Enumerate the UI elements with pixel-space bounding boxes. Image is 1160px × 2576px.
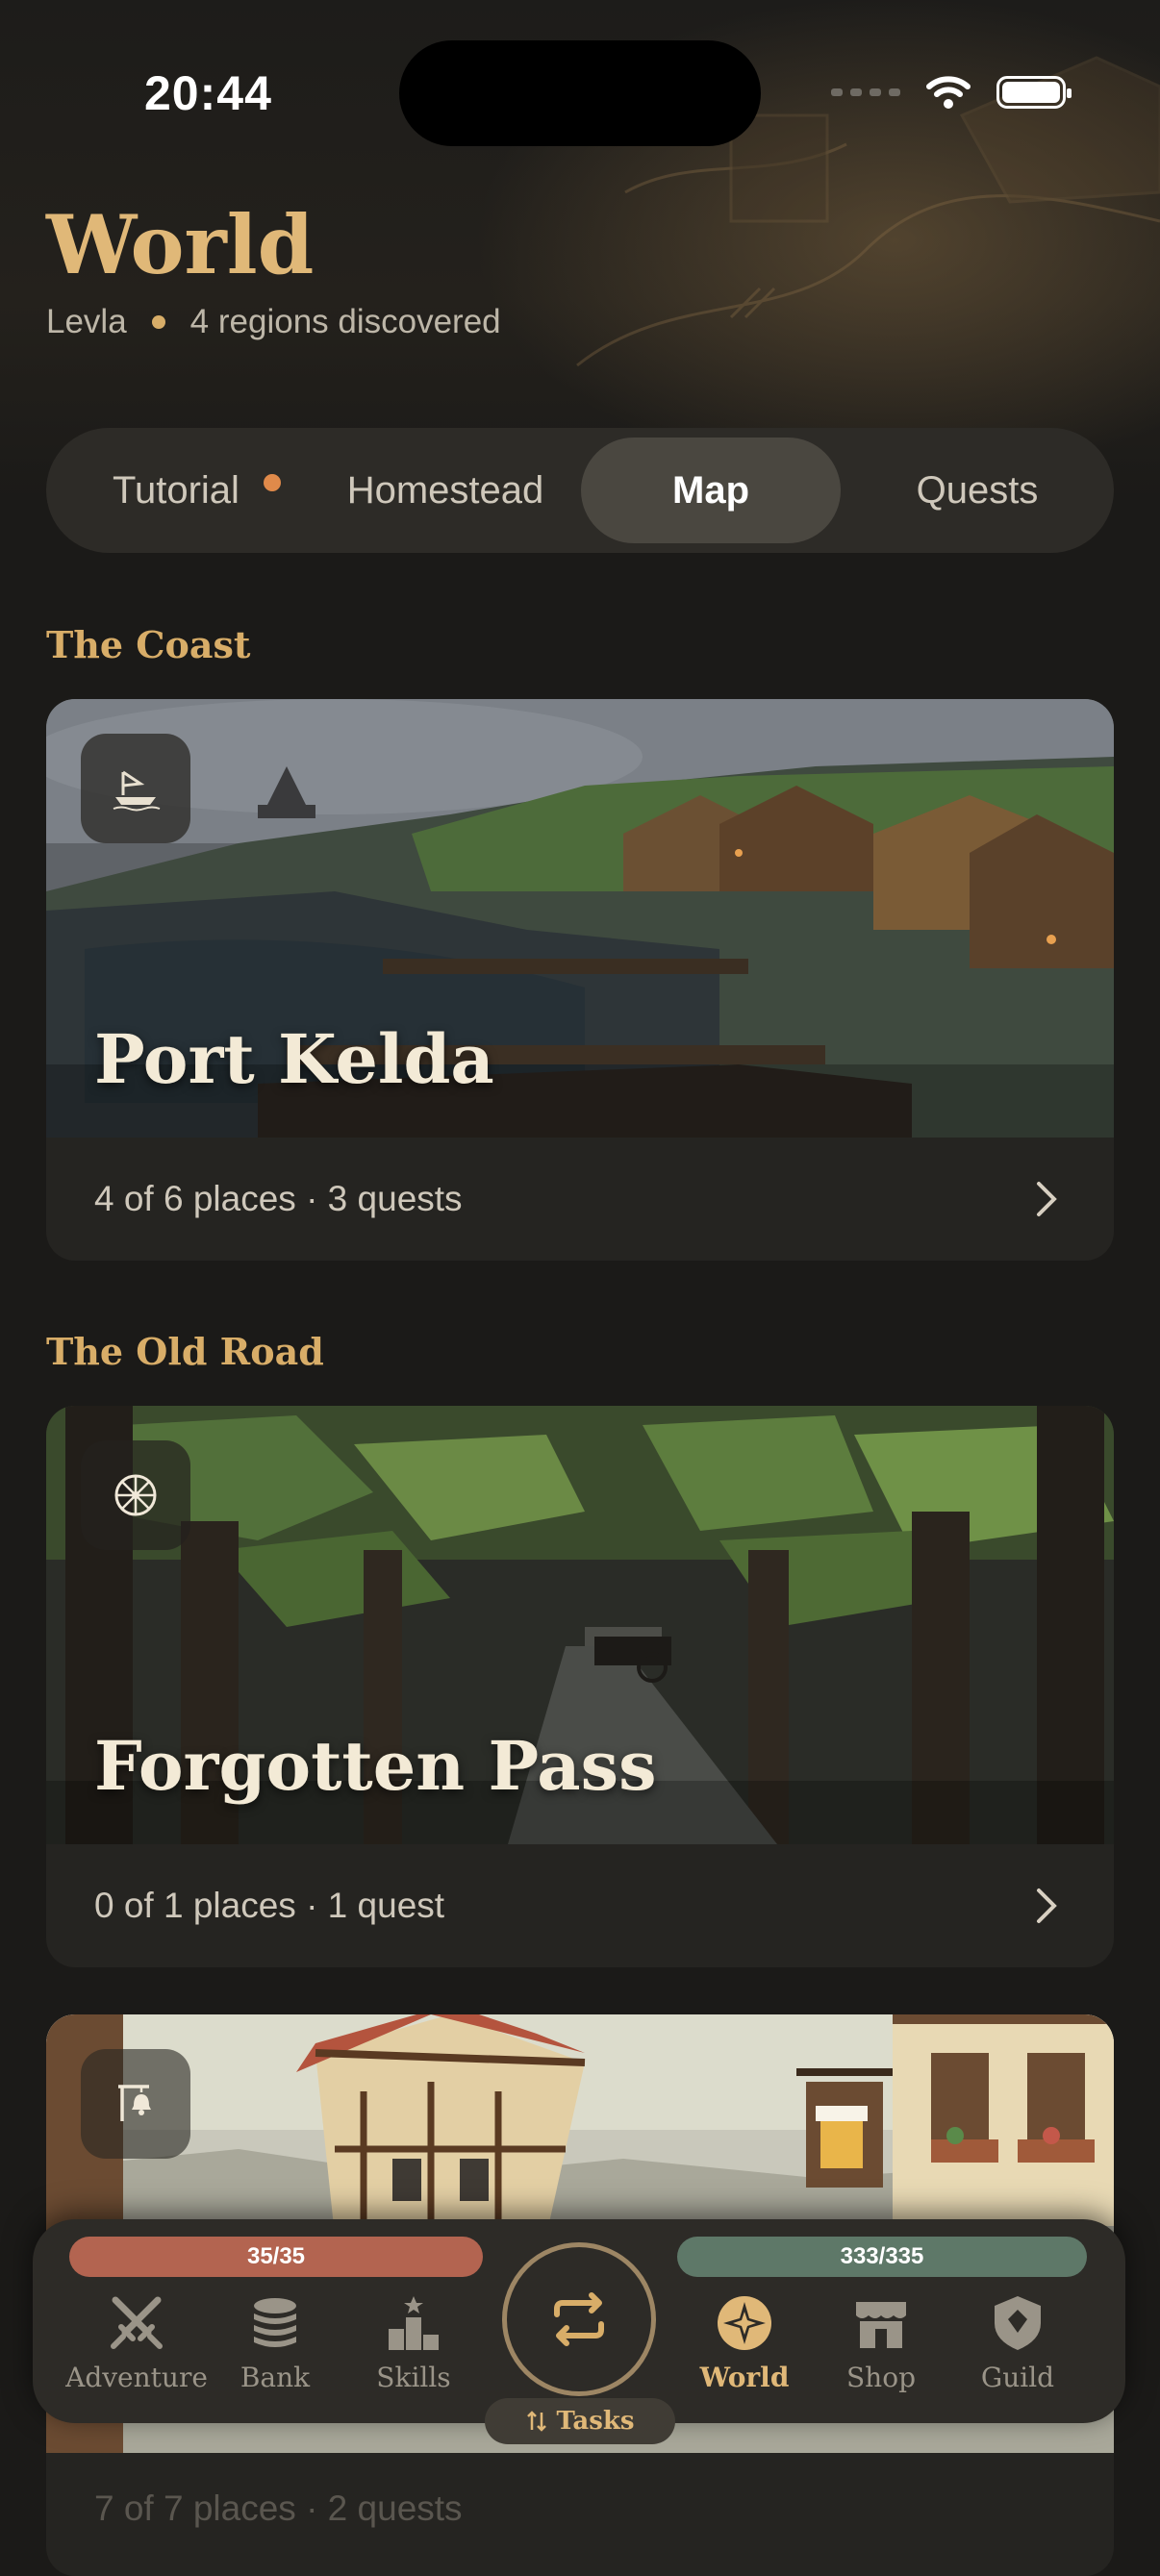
section-label-old-road: The Old Road — [46, 1330, 324, 1373]
bottom-nav: 35/35 333/335 Adventure Bank Skills Task… — [33, 2219, 1125, 2444]
chevron-right-icon — [1037, 1182, 1057, 1216]
status-icons — [831, 75, 1072, 110]
tab-label: Quests — [916, 468, 1039, 512]
coin-stack-icon — [254, 2298, 296, 2347]
region-image-forgotten-pass: Forgotten Pass — [46, 1406, 1114, 1844]
badge-boat — [81, 734, 190, 843]
nav-label: World — [699, 2362, 790, 2393]
tab-map[interactable]: Map — [581, 438, 841, 543]
tasks-pill[interactable]: Tasks — [485, 2398, 675, 2444]
nav-item-shop[interactable]: Shop — [814, 2292, 948, 2393]
nav-label: Adventure — [65, 2362, 208, 2393]
nav-label: Skills — [376, 2362, 451, 2393]
hp-bar: 35/35 — [69, 2237, 483, 2277]
crossed-swords-icon — [111, 2296, 163, 2349]
separator-dot — [151, 315, 165, 329]
region-title: Port Kelda — [94, 1019, 494, 1099]
badge-wheel — [81, 1440, 190, 1550]
nav-item-skills[interactable]: Skills — [346, 2292, 481, 2393]
boat-icon — [113, 770, 161, 812]
hp-text: 35/35 — [246, 2243, 306, 2269]
tab-label: Map — [672, 468, 749, 512]
region-card-forgotten-pass[interactable]: Forgotten Pass 0 of 1 places · 1 quest — [46, 1406, 1114, 1967]
segmented-tabs: Tutorial Homestead Map Quests — [46, 428, 1114, 553]
region-footer: 0 of 1 places · 1 quest — [46, 1844, 1114, 1967]
page-subtitle: Levla 4 regions discovered — [46, 303, 501, 341]
xp-text: 333/335 — [840, 2243, 924, 2269]
bell-icon — [118, 2085, 151, 2121]
signal-icon — [831, 88, 900, 96]
chevron-right-icon — [1037, 1888, 1057, 1923]
swap-arrows-icon — [526, 2411, 546, 2432]
compass-star-icon — [718, 2296, 771, 2350]
wifi-icon — [926, 76, 971, 109]
podium-icon — [389, 2296, 439, 2350]
character-name: Levla — [46, 303, 127, 340]
nav-item-guild[interactable]: Guild — [950, 2292, 1085, 2393]
nav-item-adventure[interactable]: Adventure — [65, 2292, 208, 2393]
region-progress: 4 of 6 places · 3 quests — [94, 1179, 463, 1218]
notification-dot — [264, 474, 281, 491]
battery-icon — [996, 76, 1072, 109]
page-title: World — [46, 197, 315, 292]
xp-bar: 333/335 — [677, 2237, 1087, 2277]
nav-label: Bank — [240, 2362, 311, 2393]
tab-quests[interactable]: Quests — [850, 438, 1104, 543]
nav-item-world[interactable]: World — [677, 2292, 812, 2393]
tab-tutorial[interactable]: Tutorial — [56, 438, 296, 543]
wagon-wheel-icon — [114, 1474, 157, 1516]
region-image-port-kelda: Port Kelda — [46, 699, 1114, 1138]
region-card-port-kelda[interactable]: Port Kelda 4 of 6 places · 3 quests — [46, 699, 1114, 1261]
region-progress: 7 of 7 places · 2 quests — [94, 2488, 463, 2528]
tasks-button[interactable] — [502, 2242, 656, 2396]
region-title: Forgotten Pass — [94, 1726, 657, 1806]
nav-label: Shop — [846, 2362, 916, 2393]
tab-homestead[interactable]: Homestead — [306, 438, 585, 543]
shield-icon — [995, 2296, 1041, 2350]
tasks-label: Tasks — [556, 2407, 635, 2436]
region-progress: 0 of 1 places · 1 quest — [94, 1886, 445, 1925]
status-time: 20:44 — [144, 66, 272, 120]
shop-icon — [856, 2302, 906, 2348]
dynamic-island — [399, 40, 761, 146]
section-label-coast: The Coast — [46, 623, 251, 666]
badge-bell — [81, 2049, 190, 2159]
nav-item-bank[interactable]: Bank — [208, 2292, 342, 2393]
repeat-icon — [554, 2292, 604, 2346]
tab-label: Homestead — [346, 468, 544, 512]
region-footer: 4 of 6 places · 3 quests — [46, 1138, 1114, 1261]
nav-label: Guild — [980, 2362, 1055, 2393]
regions-count: 4 regions discovered — [189, 303, 501, 340]
tab-label: Tutorial — [113, 468, 240, 512]
